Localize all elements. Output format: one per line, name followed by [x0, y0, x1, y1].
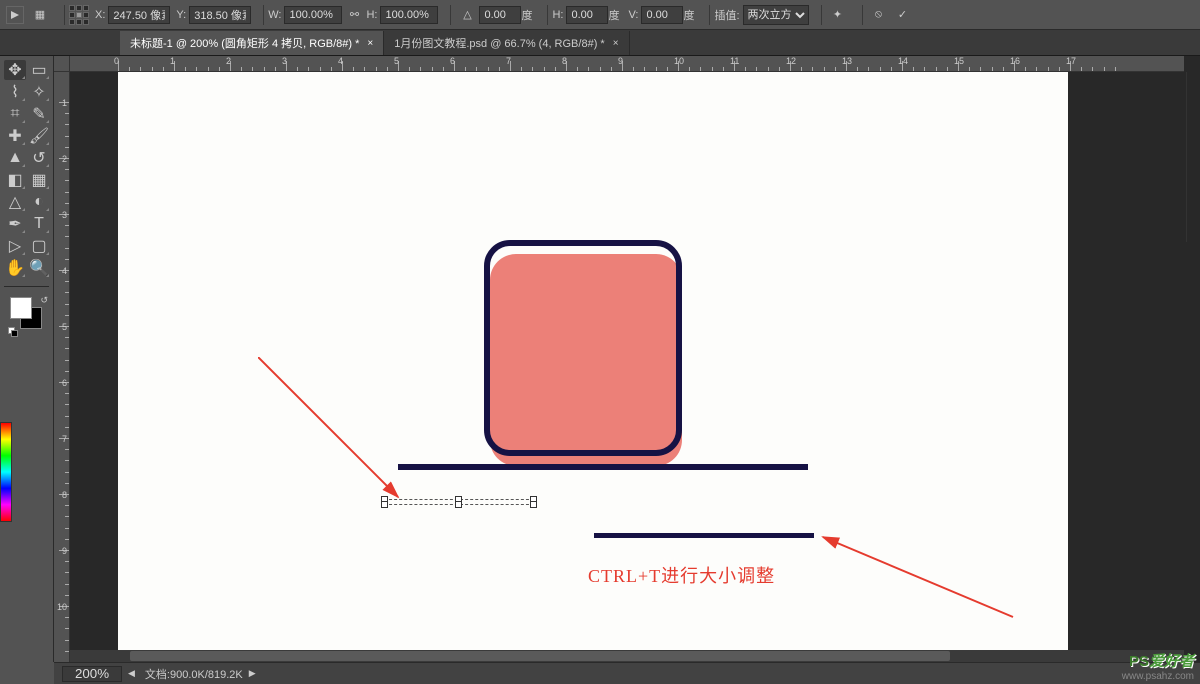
options-bar: ▦ X: Y: W: ⚯ H: △ 度 H: 度 V: 度 插值: 两次立方 [0, 0, 1200, 30]
shape-tool[interactable]: ▢ [28, 236, 50, 256]
path-selection-tool[interactable]: ▷ [4, 236, 26, 256]
tab-active-label: 未标题-1 @ 200% (圆角矩形 4 拷贝, RGB/8#) * [130, 35, 359, 51]
tab-inactive-label: 1月份图文教程.psd @ 66.7% (4, RGB/8#) * [394, 35, 604, 51]
healing-brush-tool[interactable]: ✚ [4, 126, 26, 146]
canvas[interactable]: CTRL+T进行大小调整 [118, 72, 1068, 662]
y-label: Y: [176, 9, 186, 21]
canvas-viewport[interactable]: CTRL+T进行大小调整 [70, 72, 1184, 662]
watermark: PS爱好者 www.psahz.com [1122, 650, 1194, 682]
x-input[interactable] [108, 6, 170, 24]
blur-tool[interactable]: △ [4, 192, 26, 212]
ruler-horizontal[interactable]: 01234567891011121314151617 [70, 56, 1184, 72]
history-brush-tool[interactable]: ↺ [28, 148, 50, 168]
warp-mode-icon[interactable]: ✦ [828, 5, 848, 25]
marquee-tool[interactable]: ▭ [28, 60, 50, 80]
ruler-vertical[interactable]: 12345678910 [54, 72, 70, 662]
tools-panel: ✥ ▭ ⌇ ✧ ⌗ ✎ ✚ 🖌 ▲ ↺ ◧ ▦ △ ◐ ✒ T ▷ ▢ ✋ 🔍 … [0, 56, 54, 662]
interp-select[interactable]: 两次立方 [743, 5, 809, 25]
transform-handle[interactable] [530, 501, 537, 508]
brush-tool[interactable]: 🖌 [28, 126, 50, 146]
zoom-level-input[interactable] [62, 666, 122, 682]
transform-tool-icon[interactable] [6, 6, 24, 24]
chevron-left-icon[interactable]: ◀ [128, 668, 135, 679]
crop-tool[interactable]: ⌗ [4, 104, 26, 124]
annotation-arrow-left [258, 357, 418, 507]
clone-stamp-tool[interactable]: ▲ [4, 148, 26, 168]
annotation-arrow-right [818, 532, 1018, 622]
x-label: X: [95, 9, 105, 21]
move-tool[interactable]: ✥ [4, 60, 26, 80]
reference-point-grid[interactable] [69, 5, 89, 25]
foreground-color[interactable] [10, 297, 32, 319]
horizontal-scrollbar[interactable] [70, 650, 1184, 662]
ruler-origin[interactable] [54, 56, 70, 72]
line-lower [594, 533, 814, 538]
deg-label-1: 度 [521, 7, 532, 23]
document-tabs: 未标题-1 @ 200% (圆角矩形 4 拷贝, RGB/8#) * × 1月份… [0, 30, 1200, 56]
transform-handle[interactable] [455, 501, 462, 508]
close-icon[interactable]: × [613, 38, 619, 49]
cancel-transform-icon[interactable]: ⦸ [869, 5, 889, 25]
deg-label-3: 度 [683, 7, 694, 23]
right-panel-edge [1186, 72, 1200, 242]
toggle-constrain-icon[interactable]: ▦ [30, 5, 50, 25]
link-wh-icon[interactable]: ⚯ [344, 5, 364, 25]
close-icon[interactable]: × [367, 38, 373, 49]
hand-tool[interactable]: ✋ [4, 258, 26, 278]
angle-input[interactable] [479, 6, 521, 24]
eraser-tool[interactable]: ◧ [4, 170, 26, 190]
document-size-label: 文档:900.0K/819.2K [145, 666, 243, 682]
h-input[interactable] [380, 6, 438, 24]
default-colors-icon[interactable] [8, 327, 18, 337]
commit-transform-icon[interactable]: ✓ [893, 5, 913, 25]
chevron-right-icon[interactable]: ▶ [249, 668, 256, 679]
skew-h-label: H: [552, 9, 563, 21]
swap-colors-icon[interactable]: ↺ [40, 295, 48, 306]
skew-h-input[interactable] [566, 6, 608, 24]
type-tool[interactable]: T [28, 214, 50, 234]
magic-wand-tool[interactable]: ✧ [28, 82, 50, 102]
annotation-text: CTRL+T进行大小调整 [588, 562, 775, 588]
interp-label: 插值: [714, 7, 739, 23]
zoom-tool[interactable]: 🔍 [28, 258, 50, 278]
gradient-tool[interactable]: ▦ [28, 170, 50, 190]
color-hue-strip[interactable] [0, 422, 12, 522]
skew-v-input[interactable] [641, 6, 683, 24]
h-label: H: [366, 9, 377, 21]
w-input[interactable] [284, 6, 342, 24]
skew-v-label: V: [628, 9, 638, 21]
lasso-tool[interactable]: ⌇ [4, 82, 26, 102]
rotate-icon: △ [457, 5, 477, 25]
pen-tool[interactable]: ✒ [4, 214, 26, 234]
status-bar: ◀ 文档:900.0K/819.2K ▶ [54, 662, 1200, 684]
deg-label-2: 度 [608, 7, 619, 23]
tab-active[interactable]: 未标题-1 @ 200% (圆角矩形 4 拷贝, RGB/8#) * × [120, 31, 384, 55]
y-input[interactable] [189, 6, 251, 24]
line-upper [398, 464, 808, 470]
dodge-tool[interactable]: ◐ [28, 192, 50, 212]
tab-inactive[interactable]: 1月份图文教程.psd @ 66.7% (4, RGB/8#) * × [384, 31, 629, 55]
w-label: W: [268, 9, 281, 21]
eyedropper-tool[interactable]: ✎ [28, 104, 50, 124]
rounded-rect-outline [484, 240, 682, 456]
color-swatches[interactable]: ↺ [10, 297, 50, 337]
